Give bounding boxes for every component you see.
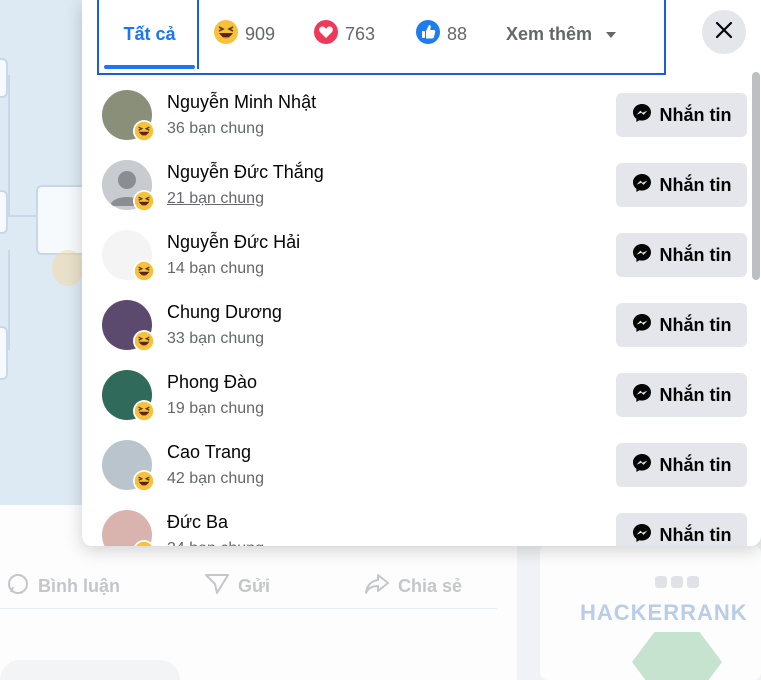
- message-button-label: Nhắn tin: [659, 244, 732, 265]
- love-icon: [313, 19, 339, 50]
- share-action[interactable]: Chia sẻ: [364, 572, 462, 601]
- tab-all[interactable]: Tất cả: [104, 0, 195, 68]
- haha-icon: [133, 540, 155, 546]
- list-item: Cao Trang 42 bạn chung Nhắn tin: [82, 440, 752, 510]
- messenger-icon: [632, 173, 652, 198]
- list-item: Phong Đào 19 bạn chung Nhắn tin: [82, 370, 752, 440]
- divider: [0, 608, 497, 609]
- messenger-icon: [632, 243, 652, 268]
- tab-haha[interactable]: 909: [213, 0, 275, 68]
- tab-more[interactable]: Xem thêm: [506, 0, 617, 68]
- haha-icon: [133, 120, 155, 142]
- tab-focus-outline: [197, 0, 199, 69]
- mutual-friends[interactable]: 42 bạn chung: [167, 470, 264, 488]
- person-name[interactable]: Chung Dương: [167, 302, 282, 323]
- haha-icon: [133, 330, 155, 352]
- messenger-icon: [632, 453, 652, 478]
- message-button[interactable]: Nhắn tin: [616, 303, 747, 347]
- haha-icon: [133, 470, 155, 492]
- mutual-friends[interactable]: 33 bạn chung: [167, 330, 264, 348]
- like-icon: [415, 19, 441, 50]
- person-name[interactable]: Phong Đào: [167, 372, 257, 393]
- message-button[interactable]: Nhắn tin: [616, 443, 747, 487]
- tab-love[interactable]: 763: [313, 0, 375, 68]
- tab-like[interactable]: 88: [415, 0, 467, 68]
- list-item: Nguyễn Minh Nhật 36 bạn chung Nhắn tin: [82, 90, 752, 160]
- comment-action[interactable]: Bình luận: [6, 572, 120, 601]
- send-icon: [204, 572, 230, 601]
- share-icon: [364, 572, 390, 601]
- messenger-icon: [632, 383, 652, 408]
- mutual-friends[interactable]: 14 bạn chung: [167, 260, 264, 278]
- message-button[interactable]: Nhắn tin: [616, 513, 747, 546]
- close-icon: [715, 21, 733, 44]
- list-item: Nguyễn Đức Thắng 21 bạn chung Nhắn tin: [82, 160, 752, 230]
- messenger-icon: [632, 313, 652, 338]
- person-name[interactable]: Đức Ba: [167, 512, 228, 533]
- list-item: Chung Dương 33 bạn chung Nhắn tin: [82, 300, 752, 370]
- reactions-dialog: Tất cả 909 763 88 Xem thêm Nguyễn Minh N…: [82, 0, 761, 546]
- list-item: Nguyễn Đức Hải 14 bạn chung Nhắn tin: [82, 230, 752, 300]
- message-button[interactable]: Nhắn tin: [616, 233, 747, 277]
- message-button[interactable]: Nhắn tin: [616, 163, 747, 207]
- background-diagram: [0, 0, 82, 505]
- comment-box[interactable]: [0, 660, 180, 680]
- haha-icon: [133, 260, 155, 282]
- message-button-label: Nhắn tin: [659, 524, 732, 545]
- haha-icon: [213, 19, 239, 50]
- send-action[interactable]: Gửi: [204, 572, 270, 601]
- person-name[interactable]: Cao Trang: [167, 442, 251, 463]
- message-button-label: Nhắn tin: [659, 454, 732, 475]
- mutual-friends[interactable]: 36 bạn chung: [167, 120, 264, 138]
- message-button[interactable]: Nhắn tin: [616, 373, 747, 417]
- close-button[interactable]: [702, 10, 746, 54]
- message-button-label: Nhắn tin: [659, 174, 732, 195]
- message-button-label: Nhắn tin: [659, 104, 732, 125]
- person-name[interactable]: Nguyễn Đức Hải: [167, 232, 300, 253]
- person-name[interactable]: Nguyễn Đức Thắng: [167, 162, 324, 183]
- comment-icon: [6, 572, 30, 601]
- active-tab-indicator: [104, 65, 195, 69]
- mutual-friends[interactable]: 19 bạn chung: [167, 400, 264, 418]
- people-list: Nguyễn Minh Nhật 36 bạn chung Nhắn tin N…: [82, 80, 761, 546]
- card-logos: [655, 576, 701, 592]
- haha-icon: [133, 190, 155, 212]
- list-item: Đức Ba 34 bạn chung Nhắn tin: [82, 510, 752, 546]
- mutual-friends[interactable]: 21 bạn chung: [167, 190, 264, 208]
- messenger-icon: [632, 103, 652, 128]
- card-brand-text: HACKERRANK: [580, 600, 748, 625]
- message-button[interactable]: Nhắn tin: [616, 93, 747, 137]
- message-button-label: Nhắn tin: [659, 314, 732, 335]
- caret-down-icon: [606, 32, 617, 38]
- person-name[interactable]: Nguyễn Minh Nhật: [167, 92, 316, 113]
- reaction-tabs: Tất cả 909 763 88 Xem thêm: [97, 0, 666, 75]
- haha-icon: [133, 400, 155, 422]
- mutual-friends[interactable]: 34 bạn chung: [167, 540, 264, 546]
- message-button-label: Nhắn tin: [659, 384, 732, 405]
- messenger-icon: [632, 523, 652, 547]
